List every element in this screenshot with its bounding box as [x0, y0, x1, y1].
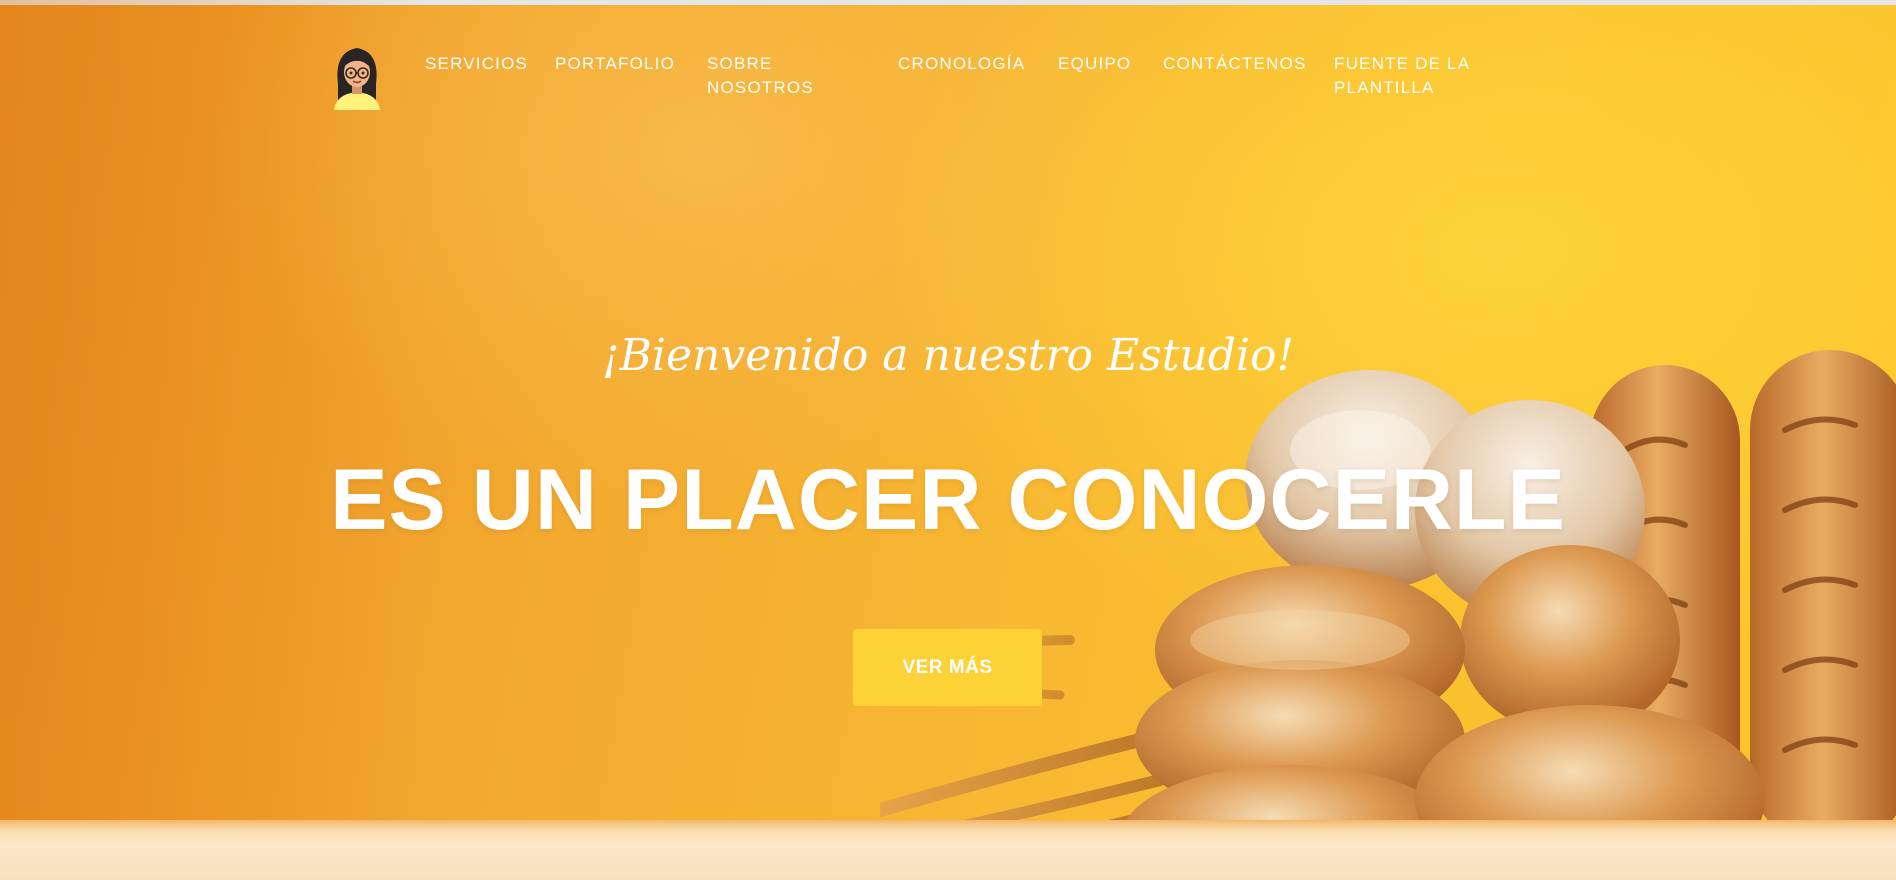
main-navbar: SERVICIOS PORTAFOLIO SOBRE NOSOTROS CRON…	[330, 44, 1570, 114]
hero-section: SERVICIOS PORTAFOLIO SOBRE NOSOTROS CRON…	[0, 0, 1896, 880]
nav-item-servicios[interactable]: SERVICIOS	[425, 52, 528, 76]
nav-item-fuente-plantilla[interactable]: FUENTE DE LA PLANTILLA	[1334, 52, 1494, 100]
girl-avatar-icon[interactable]	[330, 44, 384, 110]
ver-mas-button[interactable]: VER MÁS	[853, 629, 1042, 706]
bread-image	[880, 350, 1896, 880]
nav-item-sobre-nosotros[interactable]: SOBRE NOSOTROS	[707, 52, 837, 100]
hero-lead-in: ¡Bienvenido a nuestro Estudio!	[601, 330, 1295, 381]
nav-item-cronologia[interactable]: CRONOLOGÍA	[898, 52, 1025, 76]
hero-heading: ES UN PLACER CONOCERLE	[330, 452, 1566, 548]
nav-item-portafolio[interactable]: PORTAFOLIO	[555, 52, 675, 76]
background-shade	[0, 0, 420, 880]
table-surface	[0, 820, 1896, 880]
nav-item-equipo[interactable]: EQUIPO	[1058, 52, 1131, 76]
nav-item-contactenos[interactable]: CONTÁCTENOS	[1163, 52, 1307, 76]
